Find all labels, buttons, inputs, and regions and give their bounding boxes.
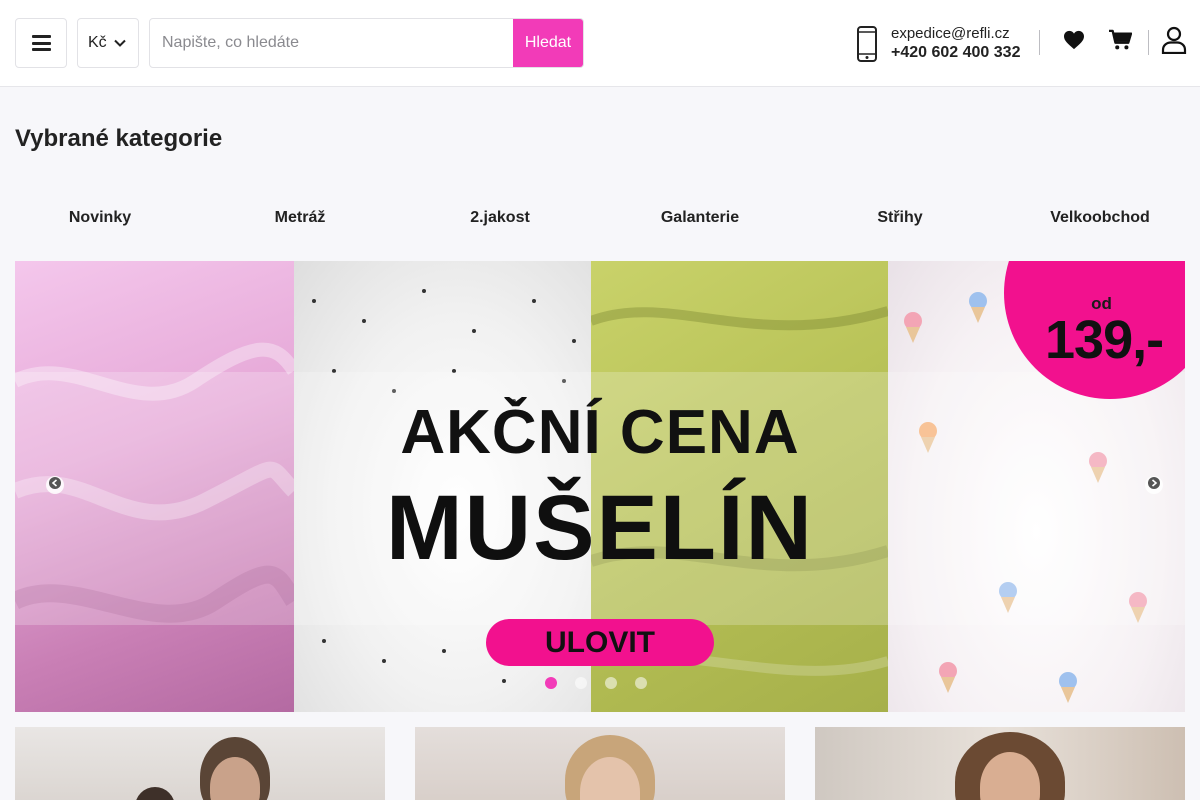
promo-heading: AKČNÍ CENA — [400, 398, 800, 467]
category-velkoobchod[interactable]: Velkoobchod — [1000, 200, 1200, 236]
promo-card-woman[interactable] — [415, 727, 785, 800]
contact-info: expedice@refli.cz +420 602 400 332 — [856, 24, 1020, 64]
search-input[interactable] — [150, 19, 515, 67]
promo-banner[interactable]: od 139,- AKČNÍ CENA MUŠELÍN ULOVIT — [15, 261, 1185, 712]
slide-dot[interactable] — [635, 677, 647, 689]
user-icon — [1161, 26, 1187, 59]
chevron-down-icon — [113, 34, 126, 52]
promo-card-family[interactable] — [15, 727, 385, 800]
contact-email[interactable]: expedice@refli.cz — [891, 25, 1020, 43]
slide-dot-active[interactable] — [545, 677, 557, 689]
phone-icon — [856, 26, 878, 62]
promo-product: MUŠELÍN — [386, 477, 814, 579]
arrow-right-icon — [1148, 476, 1160, 494]
arrow-left-icon — [49, 476, 61, 494]
category-metraz[interactable]: Metráž — [200, 200, 400, 236]
contact-phone[interactable]: +420 602 400 332 — [891, 43, 1020, 63]
currency-value: Kč — [88, 34, 107, 51]
category-galanterie[interactable]: Galanterie — [600, 200, 800, 236]
slide-dot[interactable] — [605, 677, 617, 689]
promo-card-smiling-woman[interactable] — [815, 727, 1185, 800]
cart-button[interactable] — [1106, 28, 1134, 56]
account-button[interactable] — [1160, 26, 1188, 59]
site-header: Kč Hledat expedice@refli.cz +420 602 400… — [0, 0, 1200, 87]
menu-button[interactable] — [15, 18, 67, 68]
price-value: 139,- — [1045, 310, 1164, 370]
header-divider — [1148, 30, 1149, 55]
category-novinky[interactable]: Novinky — [0, 200, 200, 236]
slide-dot[interactable] — [575, 677, 587, 689]
menu-icon — [31, 35, 51, 51]
section-title: Vybrané kategorie — [15, 125, 223, 152]
currency-select[interactable]: Kč — [77, 18, 139, 68]
category-2-jakost[interactable]: 2.jakost — [400, 200, 600, 236]
search-bar: Hledat — [149, 18, 584, 68]
cart-icon — [1108, 29, 1133, 56]
prev-slide-button[interactable] — [46, 476, 64, 494]
cta-button[interactable]: ULOVIT — [486, 619, 714, 666]
person-image — [135, 787, 175, 800]
category-nav: Novinky Metráž 2.jakost Galanterie Střih… — [0, 200, 1200, 236]
header-divider — [1039, 30, 1040, 55]
category-strihy[interactable]: Střihy — [800, 200, 1000, 236]
wishlist-button[interactable] — [1060, 28, 1088, 56]
search-button[interactable]: Hledat — [513, 19, 583, 67]
heart-icon — [1063, 30, 1085, 55]
next-slide-button[interactable] — [1145, 476, 1163, 494]
slide-indicators — [545, 677, 647, 689]
